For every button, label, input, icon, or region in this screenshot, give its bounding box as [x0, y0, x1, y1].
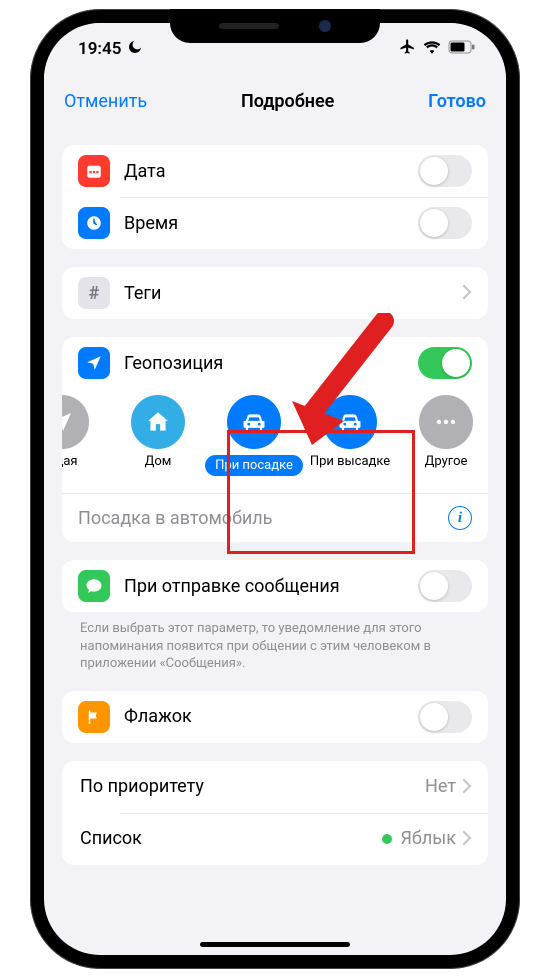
chevron-right-icon	[462, 775, 472, 799]
info-icon[interactable]: i	[448, 506, 472, 530]
status-time: 19:45	[78, 39, 121, 59]
hash-icon: #	[78, 277, 110, 309]
nav-arrow-icon	[62, 395, 89, 449]
chevron-right-icon	[462, 281, 472, 305]
page-title: Подробнее	[241, 91, 334, 112]
group-messaging: При отправке сообщения	[62, 560, 488, 612]
loc-getout-label: При высадке	[310, 455, 390, 483]
chevron-right-icon	[462, 827, 472, 851]
row-list[interactable]: Список Яблык	[62, 813, 488, 865]
row-date[interactable]: Дата	[62, 145, 488, 197]
wifi-icon	[423, 39, 441, 59]
done-button[interactable]: Готово	[428, 91, 486, 112]
row-priority[interactable]: По приоритету Нет	[62, 761, 488, 813]
row-time-label: Время	[124, 213, 418, 234]
loc-option-home[interactable]: Дом	[116, 395, 200, 483]
screen: 19:45 Отменить Подробнее Гото	[44, 23, 506, 955]
group-location: Геопозиция ущая Дом	[62, 337, 488, 542]
row-location[interactable]: Геопозиция	[62, 337, 488, 389]
row-messaging-label: При отправке сообщения	[124, 576, 418, 597]
calendar-icon	[78, 155, 110, 187]
loc-other-label: Другое	[425, 455, 468, 483]
status-right	[399, 38, 476, 60]
row-date-label: Дата	[124, 161, 418, 182]
battery-icon	[448, 39, 476, 59]
loc-option-getout[interactable]: При высадке	[308, 395, 392, 483]
location-toggle[interactable]	[418, 347, 472, 379]
flag-icon	[78, 701, 110, 733]
row-flag-label: Флажок	[124, 706, 418, 727]
messaging-footer: Если выбрать этот параметр, то уведомлен…	[62, 612, 488, 673]
row-tags-label: Теги	[124, 283, 462, 304]
loc-getin-label: При посадке	[205, 455, 303, 476]
group-flag: Флажок	[62, 691, 488, 743]
row-priority-label: По приоритету	[80, 776, 425, 797]
time-toggle[interactable]	[418, 207, 472, 239]
nav-bar: Отменить Подробнее Готово	[44, 75, 506, 127]
car-icon	[227, 395, 281, 449]
group-priority-list: По приоритету Нет Список Яблык	[62, 761, 488, 865]
location-detail-row[interactable]: Посадка в автомобиль i	[62, 493, 488, 542]
car-icon	[323, 395, 377, 449]
loc-option-getin[interactable]: При посадке	[212, 395, 296, 483]
location-arrow-icon	[78, 347, 110, 379]
clock-icon	[78, 207, 110, 239]
group-tags: # Теги	[62, 267, 488, 319]
loc-option-other[interactable]: Другое	[404, 395, 488, 483]
date-toggle[interactable]	[418, 155, 472, 187]
row-time[interactable]: Время	[62, 197, 488, 249]
location-detail-text: Посадка в автомобиль	[78, 508, 272, 529]
home-icon	[131, 395, 185, 449]
phone-frame: 19:45 Отменить Подробнее Гото	[30, 9, 520, 969]
content: Дата Время # Теги	[44, 127, 506, 949]
message-icon	[78, 570, 110, 602]
dnd-moon-icon	[127, 39, 143, 60]
row-flag[interactable]: Флажок	[62, 691, 488, 743]
flag-toggle[interactable]	[418, 701, 472, 733]
loc-current-label: ущая	[62, 455, 78, 483]
location-options: ущая Дом При посадке	[62, 389, 488, 493]
row-messaging[interactable]: При отправке сообщения	[62, 560, 488, 612]
cancel-button[interactable]: Отменить	[64, 91, 147, 112]
loc-option-current[interactable]: ущая	[62, 395, 104, 483]
notch	[170, 9, 380, 43]
group-datetime: Дата Время	[62, 145, 488, 249]
home-indicator	[200, 942, 350, 947]
row-list-value: Яблык	[400, 828, 456, 849]
airplane-icon	[399, 38, 416, 60]
row-tags[interactable]: # Теги	[62, 267, 488, 319]
loc-home-label: Дом	[145, 455, 172, 483]
row-priority-value: Нет	[425, 776, 456, 797]
messaging-toggle[interactable]	[418, 570, 472, 602]
row-location-label: Геопозиция	[124, 353, 418, 374]
ellipsis-icon	[419, 395, 473, 449]
row-list-label: Список	[80, 828, 382, 849]
list-color-dot	[382, 834, 392, 844]
